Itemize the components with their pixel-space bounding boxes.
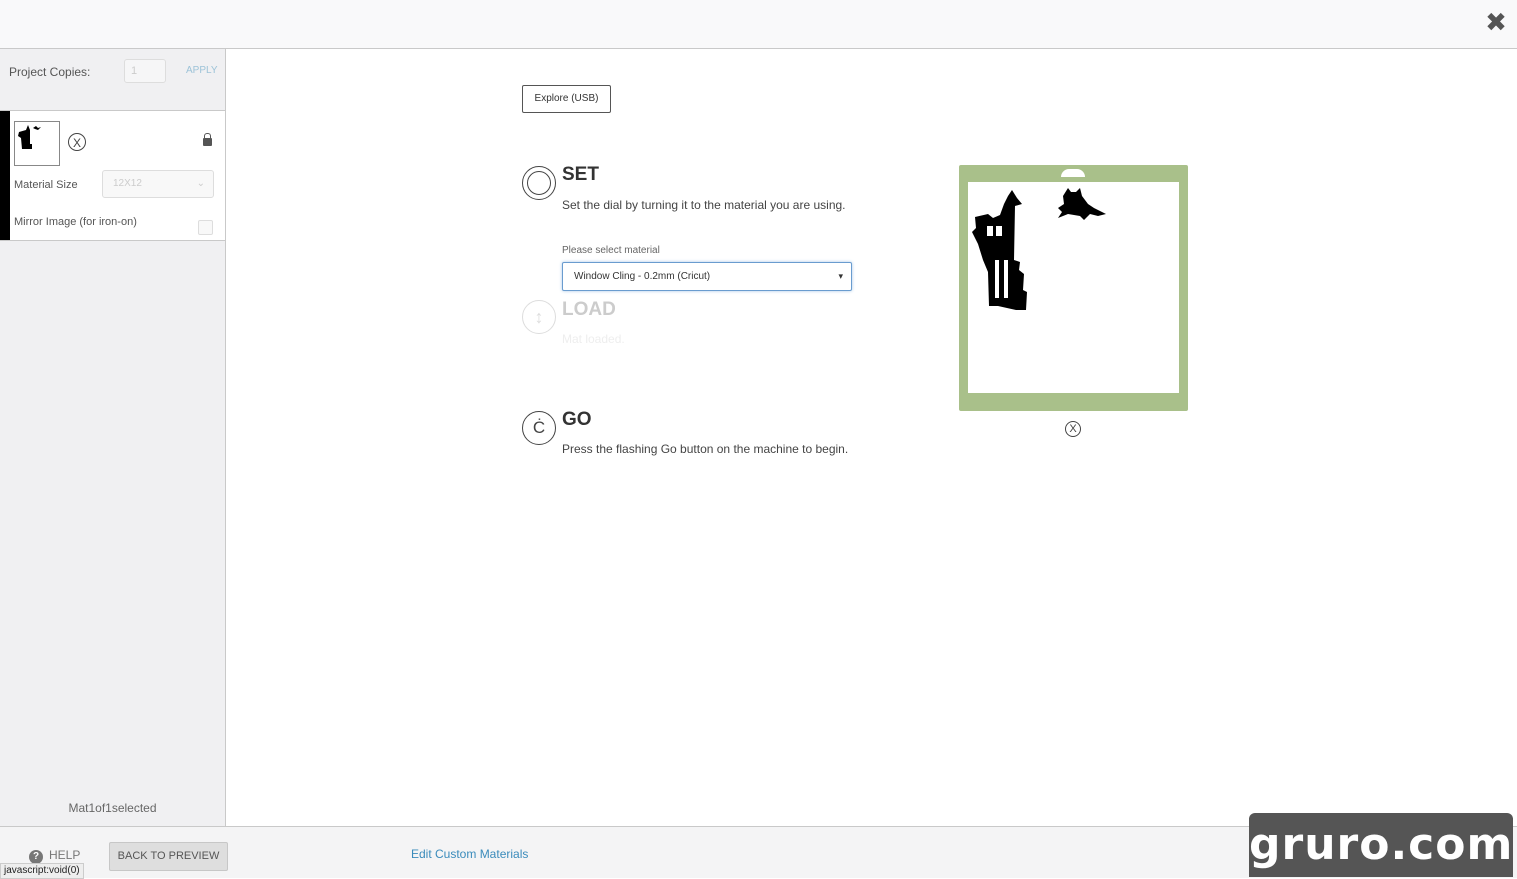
mat-tab [1061,169,1085,177]
step-set-description: Set the dial by turning it to the materi… [562,198,846,212]
help-icon: ? [29,850,43,864]
chevron-down-icon: ⌄ [196,178,205,189]
back-to-preview-button[interactable]: BACK TO PREVIEW [109,842,228,871]
material-size-label: Material Size [14,179,78,191]
material-size-value: 12X12 [113,178,142,189]
machine-icon: X [68,133,86,151]
load-mat-icon: ↕ [522,300,556,334]
edit-custom-materials-link[interactable]: Edit Custom Materials [411,847,528,861]
step-load-title: LOAD [562,299,616,320]
mirror-image-label: Mirror Image (for iron-on) [14,216,137,228]
sidebar: Project Copies: APPLY X Material Size 12… [0,49,226,826]
mat-card[interactable]: X Material Size 12X12 ⌄ Mirror Image (fo… [0,111,225,241]
set-dial-icon [522,166,556,200]
preview-machine-icon: X [1065,421,1081,437]
material-select[interactable]: Window Cling - 0.2mm (Cricut) ▾ [562,262,852,291]
step-set-title: SET [562,164,599,185]
haunted-house-bat-image-icon [972,188,1106,310]
mat-preview [959,165,1188,411]
project-copies-input[interactable] [124,59,166,83]
top-bar: ✖ [0,0,1517,49]
haunted-house-thumbnail-icon [18,125,41,149]
lock-icon [203,133,212,146]
watermark-logo: gruro.com [1249,813,1513,877]
mat-cutting-area [968,182,1179,393]
machine-select-button[interactable]: Explore (USB) [522,85,611,113]
help-button[interactable]: ? HELP [29,848,80,864]
mat-selection-status: Mat1of1selected [68,801,157,815]
material-size-select[interactable]: 12X12 ⌄ [102,170,214,198]
help-label: HELP [49,848,81,862]
mirror-image-checkbox[interactable] [198,220,213,235]
material-select-value: Window Cling - 0.2mm (Cricut) [574,271,711,282]
apply-button[interactable]: APPLY [186,65,218,76]
project-copies-label: Project Copies: [9,65,91,79]
mat-thumbnail[interactable] [14,121,60,166]
step-go-description: Press the flashing Go button on the mach… [562,442,849,456]
close-icon[interactable]: ✖ [1485,8,1507,36]
step-go-title: GO [562,409,592,430]
step-load-description: Mat loaded. [562,332,625,346]
go-button-icon: Ċ [522,411,556,445]
project-copies-row: Project Copies: APPLY [0,49,225,111]
chevron-down-icon: ▾ [838,271,843,281]
material-select-label: Please select material [562,245,660,256]
